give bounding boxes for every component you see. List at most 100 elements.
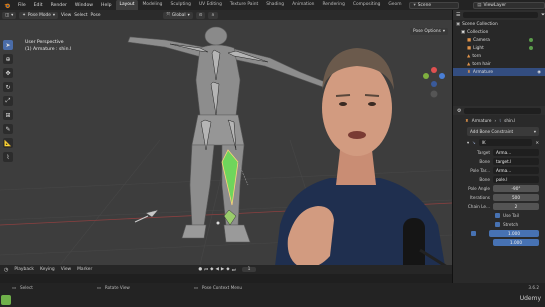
weight-checkbox[interactable] <box>471 231 476 236</box>
viewport-icon: ◫ <box>5 12 10 18</box>
select-tool[interactable]: ➤ <box>3 40 13 50</box>
mesh-icon: ▲ <box>467 61 471 67</box>
pole-target-field[interactable]: Arma... <box>493 167 539 174</box>
origin-dot <box>216 221 220 225</box>
pole-line <box>134 215 149 223</box>
tab-rendering[interactable]: Rendering <box>318 0 348 10</box>
iterations-field[interactable]: 500 <box>493 194 539 201</box>
play-reverse-icon[interactable]: ◀ <box>216 267 219 273</box>
measure-tool[interactable]: 📐 <box>3 138 13 148</box>
use-tail-checkbox[interactable] <box>495 213 500 218</box>
pole-angle-row: Pole Angle -90° <box>453 184 545 193</box>
play-icon[interactable]: ▶ <box>221 267 224 273</box>
menu-timeline-view[interactable]: View <box>61 267 71 272</box>
snap-button[interactable]: ∩ <box>208 11 218 19</box>
outliner-row-armature[interactable]: ♜ Armature ◉ <box>453 68 545 76</box>
close-icon[interactable]: ✕ <box>535 140 539 145</box>
menu-marker[interactable]: Marker <box>77 267 92 272</box>
next-key-icon[interactable]: ◆ <box>226 267 229 273</box>
tab-uv-editing[interactable]: UV Editing <box>195 0 226 10</box>
mouse-middle-icon: ▭ <box>96 284 101 290</box>
timeline-track[interactable] <box>0 274 452 283</box>
menu-playback[interactable]: Playback <box>14 267 34 272</box>
selection-info: (1) Armature : shin.l <box>25 46 72 52</box>
tab-compositing[interactable]: Compositing <box>349 0 385 10</box>
orientation-selector[interactable]: ⤧ Global ▾ <box>163 11 193 19</box>
pole-bone-field[interactable]: pole.l <box>493 176 539 183</box>
menu-pose[interactable]: Pose <box>91 13 101 18</box>
weight-field[interactable]: 1.000 <box>489 230 539 237</box>
menu-help[interactable]: Help <box>97 3 115 8</box>
properties-icon[interactable]: ⚙ <box>457 108 461 114</box>
editor-type-button[interactable]: ◫ ▾ <box>2 11 17 19</box>
outliner-icon[interactable]: ☰ <box>456 12 460 18</box>
outliner-row-light[interactable]: ■ Light <box>453 44 545 52</box>
properties-breadcrumb: ♜ Armature › ⌇ shin.l <box>465 117 516 123</box>
playback-controls: ● ⏮ ◆ ◀ ▶ ◆ ⏭ <box>198 267 235 273</box>
presenter-video <box>270 48 452 307</box>
add-bone-constraint-button[interactable]: Add Bone Constraint ▾ <box>467 127 539 136</box>
jump-start-icon[interactable]: ⏮ <box>204 267 208 273</box>
orientation-icon: ⤧ <box>166 12 170 18</box>
outliner-search[interactable] <box>463 12 538 18</box>
bone-field[interactable]: target.l <box>493 158 539 165</box>
annotate-tool[interactable]: ✎ <box>3 124 13 134</box>
tab-shading[interactable]: Shading <box>262 0 288 10</box>
view-layer-selector[interactable]: ▤ ViewLayer <box>473 1 545 9</box>
armature-icon: ♜ <box>467 69 471 75</box>
outliner-row-scene-collection[interactable]: ▣ Scene Collection <box>453 20 545 28</box>
timeline-editor-icon[interactable]: ◷ <box>4 267 8 273</box>
menu-edit[interactable]: Edit <box>30 3 47 8</box>
record-icon[interactable]: ● <box>198 267 202 273</box>
prev-key-icon[interactable]: ◆ <box>210 267 213 273</box>
properties-search[interactable] <box>464 107 541 114</box>
menu-render[interactable]: Render <box>47 3 71 8</box>
blender-logo-icon[interactable] <box>3 2 11 9</box>
tab-texture-paint[interactable]: Texture Paint <box>226 0 262 10</box>
menu-file[interactable]: File <box>14 3 30 8</box>
chevron-down-icon[interactable]: ▾ <box>467 140 469 145</box>
pole-angle-field[interactable]: -90° <box>493 185 539 192</box>
outliner-row-torn[interactable]: ▲ torn <box>453 52 545 60</box>
outliner-row-camera[interactable]: ■ Camera <box>453 36 545 44</box>
tab-geometry[interactable]: Geom <box>384 0 405 10</box>
current-frame-field[interactable]: 1 <box>241 267 257 272</box>
mouse-right-icon: ▭ <box>193 284 198 290</box>
jump-end-icon[interactable]: ⏭ <box>232 267 236 273</box>
tab-layout[interactable]: Layout <box>115 0 139 10</box>
pole-bone-row: Bone pole.l <box>453 175 545 184</box>
visibility-eye-icon[interactable]: ◉ <box>537 70 541 75</box>
menu-window[interactable]: Window <box>71 3 97 8</box>
pivot-button[interactable]: ⊙ <box>195 11 206 19</box>
stretch-checkbox[interactable] <box>495 222 500 227</box>
transform-tool[interactable]: ⊞ <box>3 110 13 120</box>
bone-tool[interactable]: ⌇ <box>3 152 13 162</box>
mouse-left-icon: ▭ <box>12 284 16 290</box>
tab-animation[interactable]: Animation <box>288 0 318 10</box>
menu-view[interactable]: View <box>61 13 71 18</box>
mode-label: Pose Mode <box>27 12 51 18</box>
constraint-name-field[interactable]: IK <box>478 139 533 146</box>
cursor-tool[interactable]: ⊕ <box>3 54 13 64</box>
influence-field[interactable]: 1.000 <box>493 239 539 246</box>
tab-modeling[interactable]: Modeling <box>138 0 166 10</box>
tab-sculpting[interactable]: Sculpting <box>166 0 195 10</box>
bone-row: Bone target.l <box>453 157 545 166</box>
rotate-tool[interactable]: ↻ <box>3 82 13 92</box>
use-tail-row[interactable]: Use Tail <box>453 211 545 220</box>
menu-select[interactable]: Select <box>74 13 87 18</box>
chain-length-field[interactable]: 2 <box>493 203 539 210</box>
scene-selector[interactable]: ▾ Scene <box>409 1 460 9</box>
outliner-row-collection[interactable]: ▣ Collection <box>453 28 545 36</box>
move-icon: ✥ <box>5 69 11 77</box>
filter-icon[interactable]: ⏷ <box>541 12 545 18</box>
move-tool[interactable]: ✥ <box>3 68 13 78</box>
rotate-icon: ↻ <box>5 83 11 91</box>
menu-keying[interactable]: Keying <box>40 267 55 272</box>
scale-tool[interactable]: ⤢ <box>3 96 13 106</box>
target-field[interactable]: Arma... <box>493 149 539 156</box>
stretch-row[interactable]: Stretch <box>453 220 545 229</box>
mode-selector[interactable]: ✦ Pose Mode ▾ <box>19 11 59 19</box>
chain-length-row: Chain Le... 2 <box>453 202 545 211</box>
outliner-row-torn-hair[interactable]: ▲ torn hair <box>453 60 545 68</box>
